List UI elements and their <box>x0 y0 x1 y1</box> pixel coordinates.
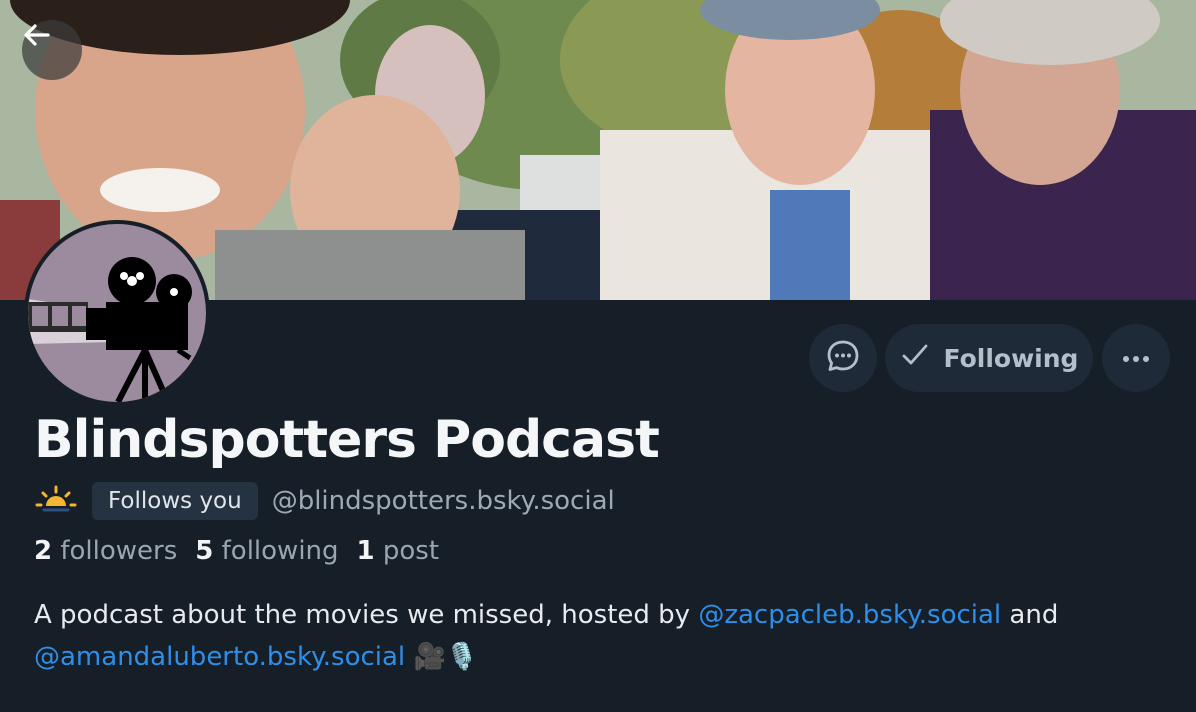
posts-stat: 1 post <box>357 536 440 566</box>
posts-label: post <box>382 536 440 566</box>
avatar[interactable] <box>24 220 210 406</box>
sunrise-icon <box>34 484 78 518</box>
posts-count: 1 <box>356 536 375 566</box>
following-button[interactable]: Following <box>885 324 1093 392</box>
profile-bio: A podcast about the movies we missed, ho… <box>34 594 1174 678</box>
chat-bubble-icon <box>825 338 861 378</box>
film-camera-icon <box>28 257 192 402</box>
following-label: Following <box>943 343 1079 373</box>
mention-link-zacpacleb[interactable]: @zacpacleb.bsky.social <box>698 600 1001 630</box>
back-button[interactable] <box>22 20 82 80</box>
display-name: Blindspotters Podcast <box>34 410 660 470</box>
more-options-button[interactable] <box>1102 324 1170 392</box>
ellipsis-icon <box>1121 349 1151 368</box>
following-count: 5 <box>195 536 214 566</box>
handle-row: Follows you @blindspotters.bsky.social <box>34 480 615 522</box>
avatar-image <box>28 224 206 402</box>
bio-text-1: A podcast about the movies we missed, ho… <box>34 600 699 630</box>
followers-label: followers <box>60 536 178 566</box>
followers-count: 2 <box>34 536 53 566</box>
profile-handle: @blindspotters.bsky.social <box>271 486 615 516</box>
profile-stats: 2 followers 5 following 1 post <box>34 536 439 566</box>
following-stat[interactable]: 5 following <box>195 536 338 566</box>
following-stat-label: following <box>221 536 339 566</box>
bio-text-2: and <box>1001 600 1059 630</box>
message-button[interactable] <box>809 324 877 392</box>
checkmark-icon <box>900 340 930 376</box>
follows-you-badge: Follows you <box>92 482 258 520</box>
mention-link-amandaluberto[interactable]: @amandaluberto.bsky.social <box>34 642 405 672</box>
bio-emoji: 🎥🎙️ <box>413 642 479 672</box>
followers-stat[interactable]: 2 followers <box>34 536 177 566</box>
